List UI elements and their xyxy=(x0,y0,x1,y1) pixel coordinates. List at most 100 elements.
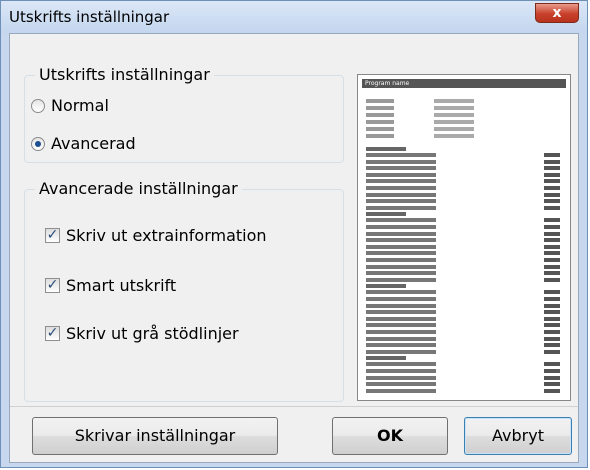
preview-line xyxy=(366,382,436,387)
preview-line xyxy=(366,153,436,157)
preview-line xyxy=(544,251,560,256)
preview-line xyxy=(434,127,474,131)
checkbox-extra-info[interactable]: ✓ Skriv ut extrainformation xyxy=(45,226,267,245)
preview-line xyxy=(366,264,436,269)
preview-line xyxy=(366,284,406,289)
preview-line xyxy=(544,375,560,380)
preview-line xyxy=(366,172,436,177)
print-settings-dialog: Utskrifts inställningar x Utskrifts inst… xyxy=(0,0,588,468)
preview-line xyxy=(366,225,436,229)
dialog-body: Utskrifts inställningar Normal Avancerad… xyxy=(9,33,579,463)
preview-line xyxy=(544,323,560,328)
preview-line xyxy=(366,127,394,131)
preview-line xyxy=(544,388,560,393)
preview-line xyxy=(366,330,436,334)
preview-line xyxy=(366,212,406,217)
preview-line xyxy=(366,310,436,315)
preview-line xyxy=(544,297,560,301)
print-preview: Program name xyxy=(357,74,571,401)
preview-line xyxy=(544,271,560,276)
preview-line xyxy=(366,375,436,380)
checkbox-extra-info-box[interactable]: ✓ xyxy=(45,228,60,243)
preview-line xyxy=(366,99,394,103)
checkbox-extra-info-label: Skriv ut extrainformation xyxy=(66,226,267,245)
radio-advanced-label: Avancerad xyxy=(51,134,136,153)
preview-line xyxy=(366,199,436,204)
preview-line xyxy=(366,205,436,210)
radio-advanced[interactable]: Avancerad xyxy=(31,134,136,153)
separator xyxy=(10,406,578,407)
preview-line xyxy=(366,258,436,262)
preview-line xyxy=(544,166,560,171)
title-bar[interactable]: Utskrifts inställningar x xyxy=(1,1,587,33)
preview-line xyxy=(366,159,436,164)
print-settings-legend: Utskrifts inställningar xyxy=(35,65,214,84)
preview-line xyxy=(544,244,560,249)
ok-button[interactable]: OK xyxy=(332,417,448,455)
preview-line xyxy=(544,382,560,387)
preview-line xyxy=(544,238,560,243)
preview-line xyxy=(366,238,436,243)
advanced-settings-group: Avancerade inställningar ✓ Skriv ut extr… xyxy=(24,179,344,402)
window-title: Utskrifts inställningar xyxy=(9,8,170,26)
preview-line xyxy=(544,303,560,308)
preview-line xyxy=(544,172,560,177)
preview-line xyxy=(544,310,560,315)
preview-line xyxy=(366,290,436,295)
preview-line xyxy=(544,159,560,164)
preview-line xyxy=(366,303,436,308)
cancel-button[interactable]: Avbryt xyxy=(464,417,572,455)
preview-line xyxy=(544,218,560,223)
checkbox-smart-print[interactable]: ✓ Smart utskrift xyxy=(45,276,176,295)
preview-line xyxy=(544,199,560,204)
preview-line xyxy=(366,388,436,393)
preview-line xyxy=(544,316,560,321)
preview-line xyxy=(366,113,394,117)
preview-line xyxy=(544,362,560,367)
checkbox-smart-print-label: Smart utskrift xyxy=(66,276,177,295)
preview-line xyxy=(434,106,474,110)
preview-line xyxy=(544,186,560,190)
preview-line xyxy=(366,218,436,223)
close-button[interactable]: x xyxy=(535,3,579,23)
preview-line xyxy=(366,166,436,171)
preview-line xyxy=(434,120,474,124)
preview-line xyxy=(366,106,394,110)
preview-line xyxy=(544,349,560,354)
preview-line xyxy=(366,147,406,151)
preview-line xyxy=(366,297,436,301)
preview-line xyxy=(366,120,394,124)
radio-normal-button[interactable] xyxy=(31,98,45,113)
preview-line xyxy=(366,343,436,348)
preview-line xyxy=(434,99,474,103)
preview-line xyxy=(366,134,394,138)
radio-advanced-button[interactable] xyxy=(31,136,45,151)
checkbox-grey-guides[interactable]: ✓ Skriv ut grå stödlinjer xyxy=(45,324,239,343)
preview-line xyxy=(544,369,560,373)
preview-header: Program name xyxy=(362,79,566,88)
advanced-settings-legend: Avancerade inställningar xyxy=(35,179,242,198)
radio-normal-label: Normal xyxy=(51,96,109,115)
preview-line xyxy=(366,323,436,328)
printer-settings-button[interactable]: Skrivar inställningar xyxy=(32,417,278,455)
preview-line xyxy=(434,113,474,117)
preview-line xyxy=(544,290,560,295)
preview-line xyxy=(544,231,560,236)
preview-line xyxy=(366,369,436,373)
preview-line xyxy=(544,205,560,210)
checkbox-grey-guides-box[interactable]: ✓ xyxy=(45,326,60,341)
preview-line xyxy=(366,192,436,197)
preview-line xyxy=(366,356,406,361)
preview-line xyxy=(544,258,560,262)
checkbox-smart-print-box[interactable]: ✓ xyxy=(45,278,60,293)
preview-line xyxy=(366,336,436,341)
preview-line xyxy=(544,225,560,229)
print-settings-group: Utskrifts inställningar Normal Avancerad xyxy=(24,65,344,163)
preview-line xyxy=(544,330,560,334)
radio-normal[interactable]: Normal xyxy=(31,96,109,115)
preview-line xyxy=(366,179,436,184)
preview-line xyxy=(544,264,560,269)
preview-line xyxy=(544,336,560,341)
preview-line xyxy=(366,231,436,236)
preview-line xyxy=(544,343,560,348)
